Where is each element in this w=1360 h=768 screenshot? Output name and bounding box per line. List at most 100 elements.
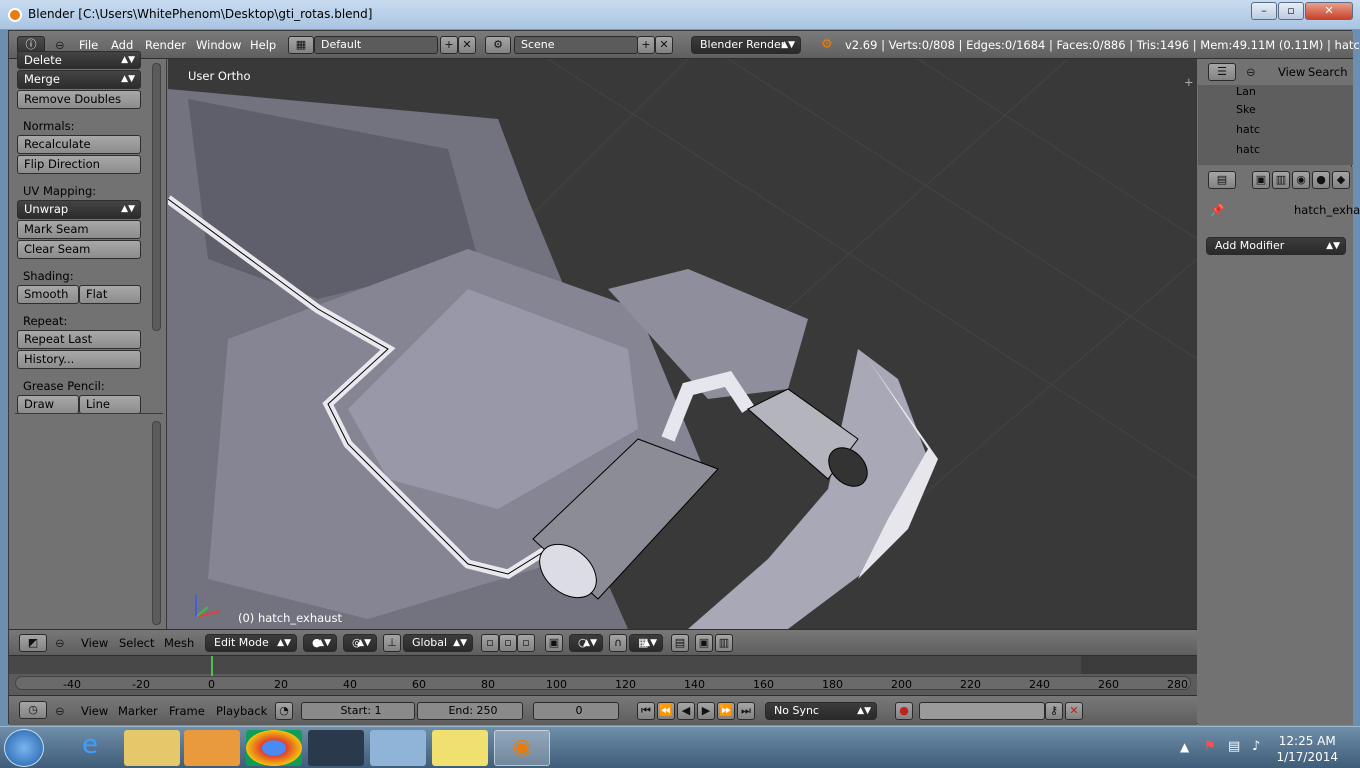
timeline-editor[interactable]: -40 -20 0 20 40 60 80 100 120 140 160 18…: [9, 655, 1197, 695]
sticky-notes-icon[interactable]: [432, 730, 488, 766]
menu-view[interactable]: View: [81, 702, 108, 720]
draw-button[interactable]: Draw: [17, 395, 79, 414]
viewport-shading-dropdown[interactable]: ● ▲▼: [303, 634, 337, 652]
opengl-render-icon[interactable]: ▤: [671, 634, 689, 652]
menu-frame[interactable]: Frame: [169, 702, 205, 720]
screen-layout-icon[interactable]: ▦: [288, 36, 314, 54]
menu-view[interactable]: View: [81, 634, 108, 652]
outliner-menu-view[interactable]: View: [1278, 63, 1305, 81]
blender-icon[interactable]: ◉: [494, 730, 550, 766]
unwrap-dropdown[interactable]: Unwrap ▲▼: [17, 200, 141, 219]
pivot-dropdown[interactable]: ◎ ▲▼: [343, 634, 377, 652]
explorer-icon[interactable]: [124, 730, 180, 766]
clear-seam-button[interactable]: Clear Seam: [17, 240, 141, 259]
maximize-button[interactable]: ▫: [1278, 2, 1304, 20]
3d-viewport[interactable]: User Ortho (0) hatch_exhaust +: [168, 59, 1197, 629]
network-icon[interactable]: ▤: [1228, 739, 1240, 754]
ie-icon[interactable]: e: [62, 730, 118, 766]
collapse-icon[interactable]: ⊖: [55, 634, 65, 652]
media-player-icon[interactable]: [184, 730, 240, 766]
control-panel-icon[interactable]: [370, 730, 426, 766]
pin-icon[interactable]: 📌: [1210, 201, 1224, 219]
remove-screen-icon[interactable]: ✕: [458, 36, 476, 54]
editor-type-3dview-icon[interactable]: ◩: [19, 634, 47, 652]
steam-icon[interactable]: [308, 730, 364, 766]
render-tab-icon[interactable]: ▣: [1252, 171, 1270, 189]
chrome-icon[interactable]: [246, 730, 302, 766]
tray-arrow-icon[interactable]: ▲: [1180, 740, 1189, 754]
add-screen-icon[interactable]: +: [440, 36, 458, 54]
orientation-dropdown[interactable]: Global ▲▼: [403, 634, 473, 652]
snap-icon[interactable]: ∩: [609, 634, 627, 652]
insert-keyframe-icon[interactable]: ⚷: [1045, 702, 1063, 720]
collapse-icon[interactable]: ⊖: [55, 702, 65, 720]
flat-button[interactable]: Flat: [79, 285, 141, 304]
history-button[interactable]: History...: [17, 350, 141, 369]
screen-layout-field[interactable]: Default: [314, 36, 438, 54]
outliner-item[interactable]: Ske: [1236, 103, 1256, 116]
scene-icon[interactable]: ⚙: [485, 36, 511, 54]
jump-keyframe-forward-icon[interactable]: ⏩: [717, 702, 735, 720]
start-frame-field[interactable]: Start: 1: [301, 702, 415, 720]
keying-set-field[interactable]: [919, 702, 1045, 720]
add-scene-icon[interactable]: +: [637, 36, 655, 54]
mode-dropdown[interactable]: Edit Mode ▲▼: [205, 634, 297, 652]
anim-render-icon[interactable]: ▥: [715, 634, 733, 652]
vertex-select-icon[interactable]: ▫: [481, 634, 499, 652]
end-frame-field[interactable]: End: 250: [417, 702, 523, 720]
close-button[interactable]: ✕: [1305, 2, 1353, 20]
menu-window[interactable]: Window: [196, 36, 241, 54]
mark-seam-button[interactable]: Mark Seam: [17, 220, 141, 239]
sync-dropdown[interactable]: No Sync ▲▼: [765, 702, 877, 720]
jump-start-icon[interactable]: ⏮: [637, 702, 655, 720]
proportional-edit-dropdown[interactable]: ○ ▲▼: [569, 634, 603, 652]
operator-scrollbar[interactable]: [152, 421, 161, 625]
viewport-plus-icon[interactable]: +: [1184, 75, 1194, 89]
menu-render[interactable]: Render: [145, 36, 186, 54]
menu-marker[interactable]: Marker: [118, 702, 158, 720]
scene-tab-icon[interactable]: ◉: [1292, 171, 1310, 189]
toolshelf-scrollbar[interactable]: [152, 63, 161, 331]
object-tab-icon[interactable]: ◆: [1332, 171, 1350, 189]
manipulator-icon[interactable]: ⊥: [383, 634, 401, 652]
record-icon[interactable]: ●: [895, 702, 913, 720]
delete-dropdown[interactable]: Delete ▲▼: [17, 51, 141, 69]
jump-end-icon[interactable]: ⏭: [737, 702, 755, 720]
preview-range-icon[interactable]: ◔: [275, 702, 293, 720]
repeat-last-button[interactable]: Repeat Last: [17, 330, 141, 349]
render-engine-dropdown[interactable]: Blender Render ▲▼: [691, 36, 801, 54]
world-tab-icon[interactable]: ●: [1312, 171, 1330, 189]
editor-type-timeline-icon[interactable]: ◷: [19, 701, 47, 719]
face-select-icon[interactable]: ▫: [517, 634, 535, 652]
outliner-item[interactable]: hatc: [1236, 123, 1260, 136]
scene-field[interactable]: Scene: [514, 36, 638, 54]
outliner-menu-search[interactable]: Search: [1308, 63, 1348, 81]
remove-scene-icon[interactable]: ✕: [655, 36, 673, 54]
volume-icon[interactable]: ♪: [1252, 739, 1260, 754]
add-modifier-dropdown[interactable]: Add Modifier ▲▼: [1206, 237, 1346, 255]
menu-playback[interactable]: Playback: [216, 702, 267, 720]
collapse-icon[interactable]: ⊖: [1246, 63, 1256, 81]
action-center-icon[interactable]: ⚑: [1204, 739, 1216, 754]
editor-type-outliner-icon[interactable]: ☰: [1208, 63, 1236, 81]
delete-keyframe-icon[interactable]: ✕: [1065, 702, 1083, 720]
smooth-button[interactable]: Smooth: [17, 285, 79, 304]
menu-mesh[interactable]: Mesh: [164, 634, 194, 652]
jump-keyframe-back-icon[interactable]: ⏪: [657, 702, 675, 720]
render-layers-tab-icon[interactable]: ▥: [1272, 171, 1290, 189]
camera-render-icon[interactable]: ▣: [695, 634, 713, 652]
play-reverse-icon[interactable]: ◀: [677, 702, 695, 720]
edge-select-icon[interactable]: ▫: [499, 634, 517, 652]
menu-select[interactable]: Select: [119, 634, 154, 652]
recalculate-button[interactable]: Recalculate: [17, 135, 141, 154]
outliner-item[interactable]: Lan: [1236, 85, 1256, 98]
play-icon[interactable]: ▶: [697, 702, 715, 720]
flip-direction-button[interactable]: Flip Direction: [17, 155, 141, 174]
merge-dropdown[interactable]: Merge ▲▼: [17, 70, 141, 89]
editor-type-properties-icon[interactable]: ▤: [1208, 171, 1236, 189]
remove-doubles-button[interactable]: Remove Doubles: [17, 90, 141, 109]
menu-help[interactable]: Help: [250, 36, 276, 54]
snap-element-dropdown[interactable]: ▦ ▲▼: [629, 634, 663, 652]
current-frame-field[interactable]: 0: [533, 702, 619, 720]
start-button[interactable]: [4, 729, 44, 767]
